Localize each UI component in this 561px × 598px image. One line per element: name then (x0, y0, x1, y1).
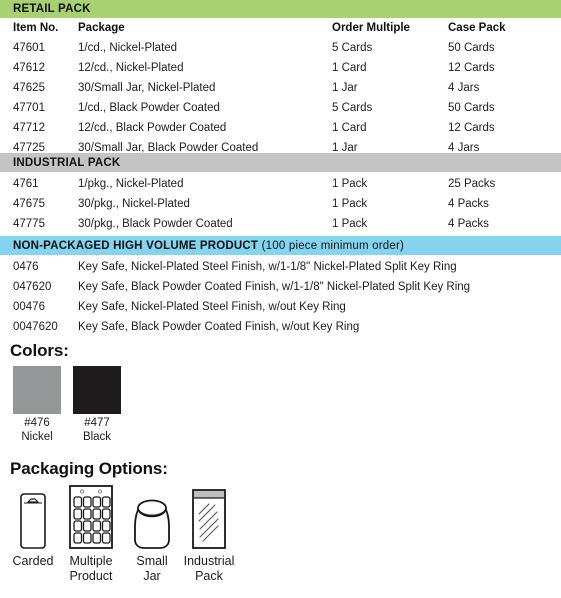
cell-item-no: 47625 (13, 82, 45, 94)
cell-item-no: 0047620 (13, 321, 58, 333)
column-header-item-no: Item No. (13, 22, 59, 34)
swatch-code-nickel: #476 (24, 417, 50, 429)
cell-item-no: 47675 (13, 198, 45, 210)
cell-case-pack: 4 Packs (448, 198, 489, 210)
table-row: 47775 30/pkg., Black Powder Coated 1 Pac… (0, 214, 561, 234)
packaging-options-title: Packaging Options: (10, 459, 168, 478)
packaging-option-label-line2: Pack (195, 569, 223, 583)
cell-package: 30/pkg., Nickel-Plated (78, 198, 190, 210)
cell-order-multiple: 1 Pack (332, 178, 368, 190)
section-title-industrial-pack: INDUSTRIAL PACK (13, 156, 121, 169)
cell-package: 12/cd., Nickel-Plated (78, 62, 184, 74)
cell-item-no: 00476 (13, 301, 45, 313)
section-title-retail-pack: RETAIL PACK (13, 3, 91, 15)
column-header-package: Package (78, 22, 125, 34)
cell-description: Key Safe, Black Powder Coated Finish, w/… (78, 321, 360, 333)
multiple-product-package-icon-art (69, 485, 113, 549)
cell-package: 1/cd., Nickel-Plated (78, 42, 178, 54)
cell-item-no: 4761 (13, 178, 39, 190)
section-header-industrial-pack: INDUSTRIAL PACK (0, 153, 561, 172)
small-jar-package-icon-art (134, 499, 170, 549)
cell-case-pack: 4 Packs (448, 218, 489, 230)
product-spec-sheet: RETAIL PACK Item No. Package Order Multi… (0, 0, 561, 598)
industrial-pack-bag-icon-art (192, 489, 226, 549)
cell-package: 12/cd., Black Powder Coated (78, 122, 227, 134)
cell-order-multiple: 1 Pack (332, 198, 368, 210)
color-swatch-black: #477 Black (67, 366, 127, 444)
industrial-pack-bag-icon (172, 488, 246, 550)
table-row: 00476 Key Safe, Nickel-Plated Steel Fini… (0, 297, 561, 317)
cell-case-pack: 25 Packs (448, 178, 496, 190)
cell-item-no: 047620 (13, 281, 52, 293)
swatch-name-black: Black (82, 430, 112, 443)
table-row: 47712 12/cd., Black Powder Coated 1 Card… (0, 118, 561, 138)
cell-order-multiple: 1 Pack (332, 218, 368, 230)
swatch-code-black: #477 (84, 417, 110, 429)
swatch-chip-nickel (13, 366, 61, 414)
section-note-minimum-order: (100 piece minimum order) (261, 239, 405, 252)
cell-order-multiple: 1 Card (332, 122, 367, 134)
non-packaged-table: 0476 Key Safe, Nickel-Plated Steel Finis… (0, 257, 561, 337)
colors-section-title: Colors: (10, 341, 69, 360)
table-row: 0047620 Key Safe, Black Powder Coated Fi… (0, 317, 561, 337)
cell-description: Key Safe, Nickel-Plated Steel Finish, w/… (78, 301, 346, 313)
cell-item-no: 0476 (13, 261, 39, 273)
cell-package: 30/pkg., Black Powder Coated (78, 218, 233, 230)
table-row: 0476 Key Safe, Nickel-Plated Steel Finis… (0, 257, 561, 277)
section-header-retail-pack: RETAIL PACK (0, 0, 561, 18)
cell-item-no: 47701 (13, 102, 45, 114)
cell-order-multiple: 1 Jar (332, 82, 358, 94)
cell-item-no: 47612 (13, 62, 45, 74)
packaging-option-industrial-pack: Industrial Pack (172, 488, 246, 584)
table-row: 47612 12/cd., Nickel-Plated 1 Card 12 Ca… (0, 58, 561, 78)
color-swatch-nickel: #476 Nickel (7, 366, 67, 444)
cell-case-pack: 12 Cards (448, 62, 495, 74)
section-header-non-packaged: NON-PACKAGED HIGH VOLUME PRODUCT (100 pi… (0, 236, 561, 255)
cell-order-multiple: 5 Cards (332, 102, 373, 114)
cell-case-pack: 12 Cards (448, 122, 495, 134)
carded-package-icon-art (20, 493, 46, 549)
swatch-name-nickel: Nickel (21, 430, 53, 443)
table-row: 47601 1/cd., Nickel-Plated 5 Cards 50 Ca… (0, 38, 561, 58)
industrial-pack-table: 4761 1/pkg., Nickel-Plated 1 Pack 25 Pac… (0, 174, 561, 234)
cell-description: Key Safe, Nickel-Plated Steel Finish, w/… (78, 261, 457, 273)
table-header-row: Item No. Package Order Multiple Case Pac… (0, 18, 561, 38)
cell-order-multiple: 1 Card (332, 62, 367, 74)
table-row: 4761 1/pkg., Nickel-Plated 1 Pack 25 Pac… (0, 174, 561, 194)
cell-package: 30/Small Jar, Nickel-Plated (78, 82, 216, 94)
section-title-non-packaged: NON-PACKAGED HIGH VOLUME PRODUCT (13, 239, 259, 252)
cell-case-pack: 50 Cards (448, 102, 495, 114)
cell-order-multiple: 5 Cards (332, 42, 373, 54)
packaging-option-label-line1: Industrial (183, 554, 235, 568)
cell-package: 1/pkg., Nickel-Plated (78, 178, 184, 190)
cell-item-no: 47601 (13, 42, 45, 54)
table-row: 47701 1/cd., Black Powder Coated 5 Cards… (0, 98, 561, 118)
cell-description: Key Safe, Black Powder Coated Finish, w/… (78, 281, 471, 293)
swatch-chip-black (73, 366, 121, 414)
cell-item-no: 47712 (13, 122, 45, 134)
cell-item-no: 47775 (13, 218, 45, 230)
column-header-case-pack: Case Pack (448, 22, 506, 34)
table-row: 047620 Key Safe, Black Powder Coated Fin… (0, 277, 561, 297)
retail-pack-table: Item No. Package Order Multiple Case Pac… (0, 18, 561, 158)
table-row: 47625 30/Small Jar, Nickel-Plated 1 Jar … (0, 78, 561, 98)
cell-package: 1/cd., Black Powder Coated (78, 102, 220, 114)
cell-case-pack: 4 Jars (448, 82, 480, 94)
column-header-order-multiple: Order Multiple (332, 22, 410, 34)
table-row: 47675 30/pkg., Nickel-Plated 1 Pack 4 Pa… (0, 194, 561, 214)
cell-case-pack: 50 Cards (448, 42, 495, 54)
